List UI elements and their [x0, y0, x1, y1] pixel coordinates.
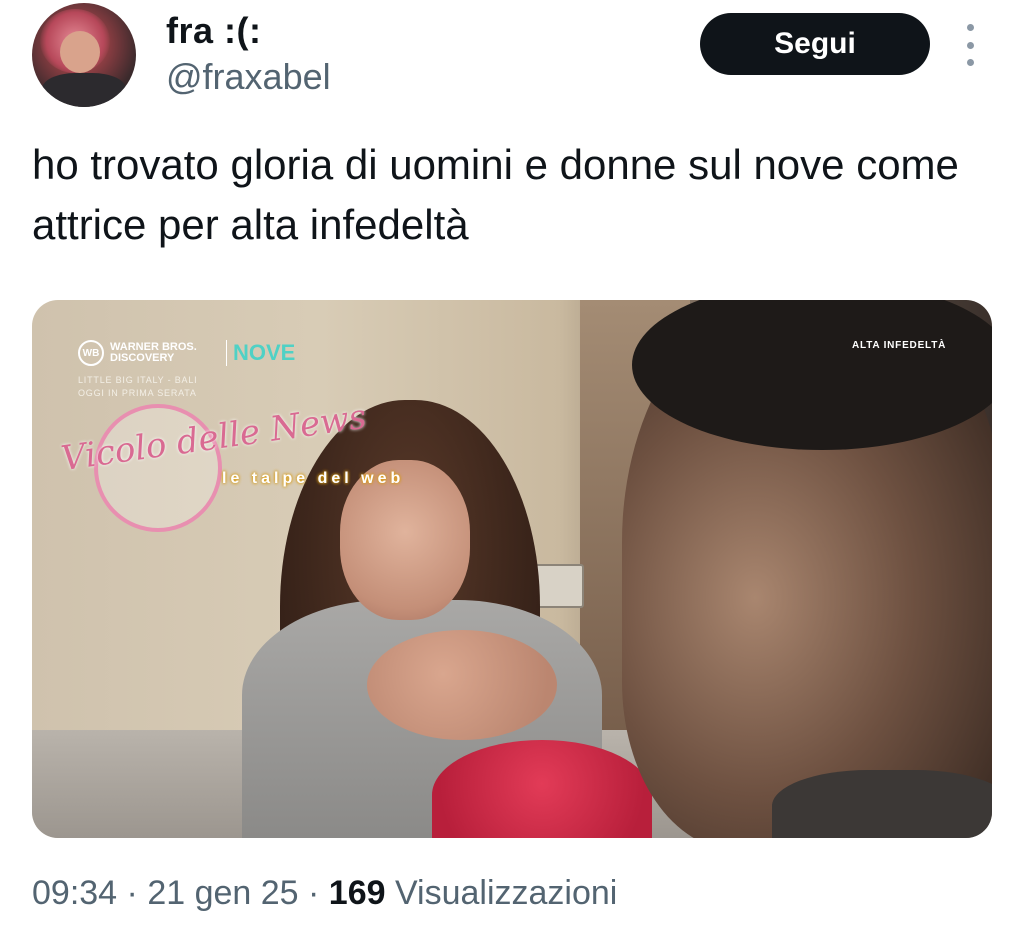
promo-line-1: LITTLE BIG ITALY - BALI	[78, 375, 198, 385]
author-avatar[interactable]	[32, 3, 136, 107]
follow-button[interactable]: Segui	[700, 13, 930, 75]
author-handle[interactable]: @fraxabel	[166, 56, 331, 98]
man-shoulder	[772, 770, 992, 838]
brand-name: WARNER BROS. DISCOVERY	[110, 341, 197, 364]
views-count[interactable]: 169	[329, 874, 386, 912]
show-title: ALTA INFEDELTÀ	[852, 340, 947, 351]
avatar-shirt	[42, 73, 126, 107]
tweet-text: ho trovato gloria di uomini e donne sul …	[32, 141, 959, 248]
meta-separator: ·	[298, 874, 329, 912]
channel-logo: WB WARNER BROS. DISCOVERY NOVE LITTLE BI…	[78, 340, 295, 400]
more-vertical-icon[interactable]	[958, 24, 982, 66]
channel-name: NOVE	[226, 340, 295, 366]
promo-line-2: OGGI IN PRIMA SERATA	[78, 388, 197, 398]
views-label: Visualizzazioni	[385, 874, 618, 912]
avatar-face	[60, 31, 100, 73]
tweet-meta: 09:34 · 21 gen 25 · 169 Visualizzazioni	[32, 874, 617, 913]
watermark-secondary: le talpe del web	[222, 470, 405, 487]
woman-arm	[367, 630, 557, 740]
meta-separator: ·	[117, 874, 148, 912]
author-name[interactable]: fra :(:	[166, 10, 262, 52]
wb-shield-icon: WB	[78, 340, 104, 366]
tweet-time[interactable]: 09:34	[32, 874, 117, 912]
tweet-date[interactable]: 21 gen 25	[147, 874, 298, 912]
promo-text: LITTLE BIG ITALY - BALI OGGI IN PRIMA SE…	[78, 374, 295, 400]
tweet-media-image[interactable]: WB WARNER BROS. DISCOVERY NOVE LITTLE BI…	[32, 300, 992, 838]
